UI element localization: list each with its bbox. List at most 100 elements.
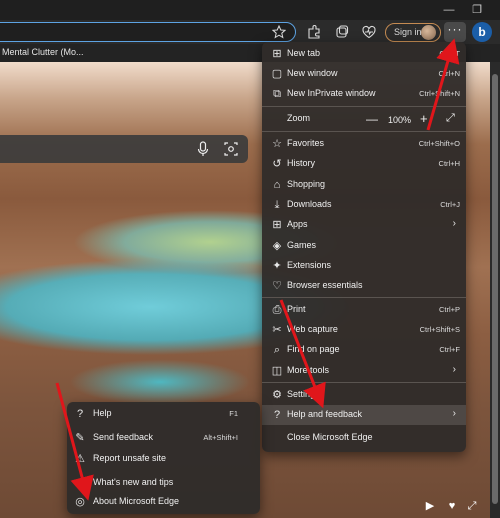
menu-item-new-tab[interactable]: ⊞ New tab Ctrl+T [262,44,466,64]
fullscreen-icon[interactable]: ⤢ [446,112,455,125]
page-search-box[interactable] [0,135,248,163]
history-icon: ↺ [272,158,282,170]
favorite-item[interactable]: Mental Clutter (Mo... [2,47,84,57]
menu-item-find-on-page[interactable]: ⌕ Find on page Ctrl+F [262,340,466,360]
chevron-right-icon: › [452,364,456,375]
menu-item-shopping[interactable]: ⌂ Shopping [262,175,466,195]
menu-item-favorites[interactable]: ☆ Favorites Ctrl+Shift+O [262,134,466,154]
apps-icon: ⊞ [272,219,282,231]
menu-item-apps[interactable]: ⊞ Apps › [262,215,466,235]
menu-item-label: New InPrivate window [287,88,376,98]
zoom-out-button[interactable]: — [366,112,378,126]
expand-icon[interactable]: ⤢ [466,500,478,512]
submenu-item-whats-new[interactable]: ✧ What's new and tips [67,473,260,493]
menu-item-label: Find on page [287,344,340,354]
menu-divider [262,382,466,383]
menu-item-shortcut: Ctrl+H [438,159,460,168]
menu-item-new-inprivate-window[interactable]: ⧉ New InPrivate window Ctrl+Shift+N [262,84,466,104]
collections-icon[interactable] [334,24,350,40]
menu-item-extensions[interactable]: ✦ Extensions [262,256,466,276]
menu-item-label: Zoom [287,113,311,123]
browser-window: — ❐ Sign in ··· b Mental Clutter (Mo... … [0,0,500,518]
restore-icon[interactable]: ❐ [468,2,486,18]
menu-item-help-and-feedback[interactable]: ? Help and feedback › [262,405,466,425]
extensions-icon: ✦ [272,260,282,272]
menu-item-label: Close Microsoft Edge [287,432,373,442]
heart-pulse-icon[interactable] [361,24,377,40]
scrollbar-thumb[interactable] [492,74,498,504]
menu-item-label: Shopping [287,179,326,189]
submenu-item-report-unsafe-site[interactable]: ⚠ Report unsafe site [67,449,260,469]
menu-item-history[interactable]: ↺ History Ctrl+H [262,154,466,174]
avatar[interactable] [421,25,436,40]
submenu-item-send-feedback[interactable]: ✎ Send feedback Alt+Shift+I [67,428,260,448]
submenu-item-about-edge[interactable]: ◎ About Microsoft Edge [67,492,260,512]
more-tools-icon: ◫ [271,365,283,377]
menu-item-label: Games [287,240,317,250]
print-icon: ⎙ [272,304,282,316]
menu-item-label: Favorites [287,138,325,148]
submenu-item-label: Send feedback [93,432,154,442]
zoom-in-button[interactable]: + [420,111,428,126]
menu-item-label: History [287,158,316,168]
submenu-item-help[interactable]: ? Help F1 [67,404,260,424]
menu-item-close-edge[interactable]: Close Microsoft Edge [262,428,466,448]
new-tab-icon: ⊞ [272,48,282,60]
menu-item-shortcut: Ctrl+P [438,305,460,314]
menu-item-print[interactable]: ⎙ Print Ctrl+P [262,300,466,320]
menu-item-games[interactable]: ◈ Games [262,236,466,256]
camera-search-icon[interactable] [224,141,238,157]
edge-logo-icon: ◎ [75,496,85,508]
chevron-right-icon: › [452,218,456,229]
menu-item-shortcut: Ctrl+Shift+N [419,89,460,98]
menu-item-label: New tab [287,48,321,58]
games-icon: ◈ [272,240,282,252]
menu-item-label: Settings [287,389,320,399]
heart-icon[interactable]: ♥ [446,500,458,512]
menu-item-shortcut: Ctrl+F [439,345,460,354]
help-icon: ? [76,408,84,420]
help-icon: ? [273,409,281,421]
menu-item-shortcut: Ctrl+J [440,200,460,209]
menu-item-label: New window [287,68,338,78]
bing-icon[interactable]: b [472,22,492,42]
menu-item-web-capture[interactable]: ✂ Web capture Ctrl+Shift+S [262,320,466,340]
menu-item-label: Extensions [287,260,332,270]
menu-item-new-window[interactable]: ▢ New window Ctrl+N [262,64,466,84]
menu-item-zoom: Zoom [262,109,466,129]
minimize-icon[interactable]: — [440,2,458,18]
chevron-right-icon: › [452,408,456,419]
menu-item-shortcut: Ctrl+N [438,69,460,78]
tips-icon: ✧ [75,477,85,489]
web-capture-icon: ✂ [272,324,282,336]
menu-item-label: More tools [287,365,330,375]
feedback-icon: ✎ [75,432,85,444]
find-icon: ⌕ [273,344,281,356]
menu-item-label: Browser essentials [287,280,363,290]
menu-item-shortcut: Ctrl+Shift+O [418,139,460,148]
menu-item-settings[interactable]: ⚙ Settings [262,385,466,405]
play-icon[interactable]: ▶ [424,500,436,512]
heart-pulse-icon: ♡ [272,280,282,292]
menu-divider [262,106,466,107]
menu-item-label: Apps [287,219,308,229]
menu-item-label: Print [287,304,306,314]
menu-divider [262,131,466,132]
favorites-icon: ☆ [272,138,282,150]
submenu-item-shortcut: Alt+Shift+I [203,433,238,442]
submenu-item-label: About Microsoft Edge [93,496,180,506]
menu-item-label: Help and feedback [287,409,363,419]
new-window-icon: ▢ [271,68,283,80]
extension-icon[interactable] [306,24,322,40]
shopping-icon: ⌂ [273,179,281,191]
downloads-icon: ⤓ [274,199,280,211]
more-icon[interactable]: ··· [444,22,466,42]
menu-item-browser-essentials[interactable]: ♡ Browser essentials [262,276,466,296]
star-icon[interactable] [272,25,286,39]
submenu-item-label: Report unsafe site [93,453,167,463]
menu-item-more-tools[interactable]: ◫ More tools › [262,361,466,381]
address-bar[interactable] [0,22,296,42]
mic-icon[interactable] [196,141,210,157]
warning-icon: ⚠ [75,453,85,465]
menu-item-downloads[interactable]: ⤓ Downloads Ctrl+J [262,195,466,215]
